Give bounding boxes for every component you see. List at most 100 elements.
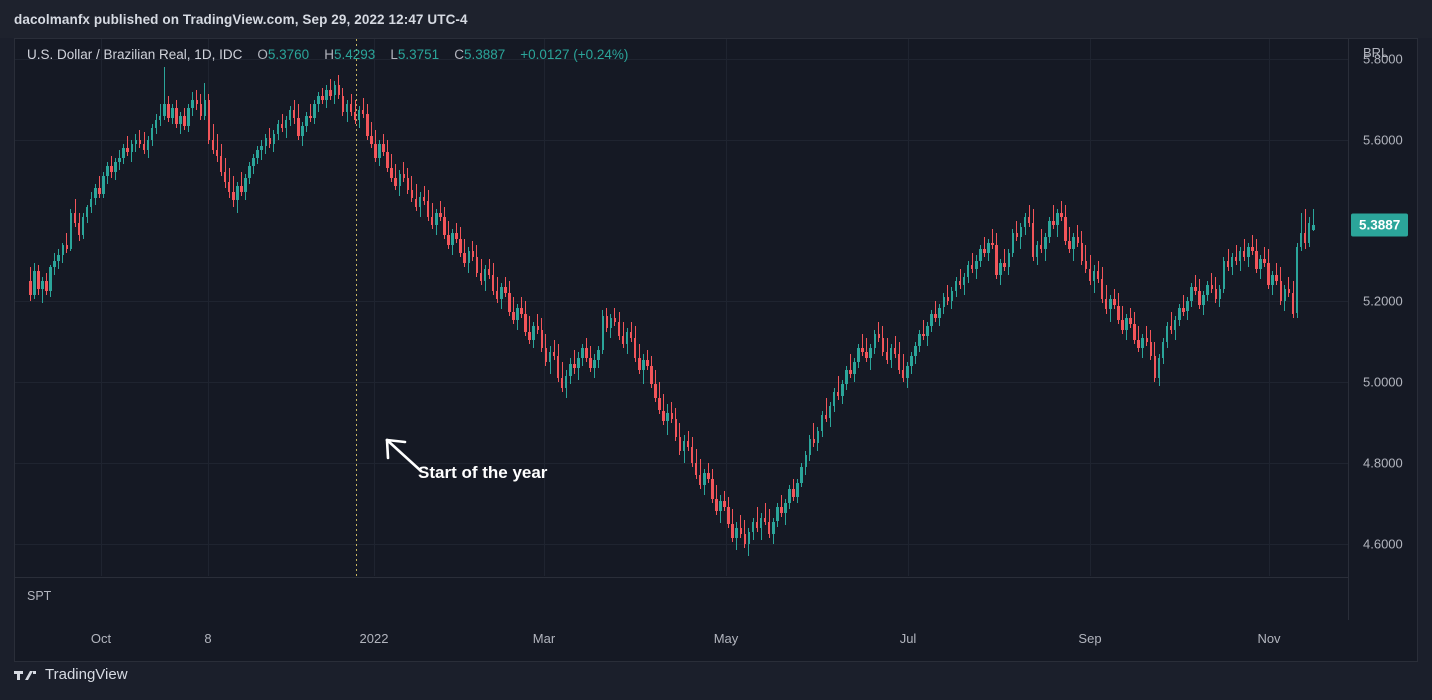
- candle-body: [812, 438, 816, 443]
- grid-line-horizontal: [15, 543, 1348, 545]
- candle-body: [540, 329, 544, 348]
- candle-body: [1019, 226, 1023, 237]
- candle-wick: [403, 162, 405, 183]
- price-axis[interactable]: BRL 5.8000 5.6000 5.2000 5.0000 4.8000 4.6000…: [1348, 39, 1417, 620]
- candle-body: [1214, 289, 1218, 300]
- candle-body: [459, 238, 462, 253]
- candle-body: [869, 347, 872, 358]
- candle-body: [106, 166, 109, 177]
- candle-body: [349, 103, 353, 112]
- candle-body: [1198, 291, 1201, 306]
- candle-body: [962, 277, 966, 286]
- legend-close-key: C: [454, 47, 464, 62]
- candle-body: [252, 158, 255, 167]
- candle-body: [552, 351, 556, 356]
- candle-body: [1100, 279, 1104, 300]
- candle-wick: [1077, 224, 1079, 247]
- candle-wick: [370, 121, 372, 148]
- candle-body: [796, 483, 799, 498]
- grid-line-vertical: [1269, 39, 1270, 576]
- candle-body: [410, 190, 414, 199]
- candle-body: [544, 347, 548, 362]
- candle-wick: [813, 422, 815, 447]
- candle-body: [841, 384, 844, 397]
- price-axis-tick: 4.6000: [1363, 536, 1403, 552]
- candle-wick: [496, 277, 498, 304]
- candle-body: [309, 115, 312, 118]
- candle-body: [475, 257, 479, 274]
- candle-wick: [309, 103, 311, 122]
- chart-frame: Start of the year U.S. Dollar / Brazilia…: [14, 38, 1418, 662]
- candle-body: [642, 360, 645, 371]
- candle-body: [674, 418, 678, 437]
- candle-body: [654, 384, 657, 399]
- legend-symbol[interactable]: U.S. Dollar / Brazilian Real, 1D, IDC: [27, 47, 242, 62]
- candle-body: [1157, 358, 1161, 379]
- candle-body: [150, 127, 154, 140]
- candle-wick: [740, 515, 742, 538]
- candle-body: [759, 517, 763, 528]
- candle-body: [163, 103, 166, 116]
- candle-body: [1113, 299, 1116, 306]
- annotation-label: Start of the year: [418, 463, 548, 482]
- spt-pane[interactable]: SPT: [15, 577, 1348, 621]
- candle-wick: [512, 297, 514, 324]
- candle-body: [394, 178, 397, 187]
- time-axis-tick: 8: [204, 631, 212, 646]
- candle-body: [491, 275, 495, 292]
- candle-body: [1263, 259, 1266, 263]
- candle-body: [313, 103, 316, 118]
- time-axis[interactable]: Oct 8 2022 Mar May Jul Sep Nov: [15, 620, 1417, 661]
- candle-body: [49, 267, 52, 292]
- price-axis-tick: 5.8000: [1363, 51, 1403, 67]
- candle-body: [386, 152, 389, 169]
- candle-wick: [923, 319, 924, 340]
- candle-body: [1064, 216, 1067, 241]
- candle-wick: [143, 131, 145, 155]
- candle-wick: [415, 184, 417, 211]
- price-axis-tick: 5.6000: [1363, 132, 1403, 148]
- candle-body: [954, 281, 958, 292]
- candle-wick: [1170, 311, 1172, 334]
- candle-body: [390, 168, 393, 179]
- candle-body: [1084, 261, 1088, 270]
- candle-body: [487, 269, 491, 276]
- candle-body: [942, 297, 946, 308]
- candle-body: [402, 174, 406, 179]
- candle-wick: [959, 269, 961, 290]
- candle-body: [914, 345, 917, 356]
- price-pane[interactable]: Start of the year U.S. Dollar / Brazilia…: [15, 39, 1348, 576]
- candle-body: [1247, 246, 1250, 257]
- candle-body: [1133, 323, 1136, 340]
- candle-body: [597, 349, 600, 360]
- candle-body: [524, 313, 527, 332]
- candle-body: [414, 198, 418, 207]
- candle-body: [1222, 261, 1226, 290]
- candle-body: [29, 281, 32, 296]
- candle-body: [845, 370, 848, 385]
- candle-body: [276, 123, 280, 134]
- candle-body: [666, 412, 669, 421]
- candle-body: [297, 117, 300, 136]
- candle-body: [763, 517, 767, 522]
- last-price-badge[interactable]: 5.3887: [1351, 213, 1409, 237]
- grid-line-vertical: [908, 39, 909, 576]
- candle-body: [808, 438, 812, 455]
- candle-body: [560, 378, 564, 389]
- candle-body: [991, 242, 994, 245]
- candle-body: [520, 307, 523, 314]
- candle-body: [650, 366, 653, 385]
- candle-body: [1072, 236, 1075, 249]
- candle-body: [516, 307, 519, 320]
- candle-wick: [1146, 325, 1148, 346]
- candle-wick: [1004, 249, 1006, 272]
- candle-body: [451, 232, 454, 245]
- publisher-text: dacolmanfx published on TradingView.com,…: [14, 11, 468, 27]
- candle-body: [1109, 299, 1112, 310]
- candle-body: [889, 347, 893, 360]
- candle-body: [1291, 293, 1295, 314]
- candle-body: [81, 216, 85, 235]
- candle-body: [1173, 319, 1177, 330]
- candle-body: [772, 521, 775, 534]
- candle-body: [816, 430, 820, 443]
